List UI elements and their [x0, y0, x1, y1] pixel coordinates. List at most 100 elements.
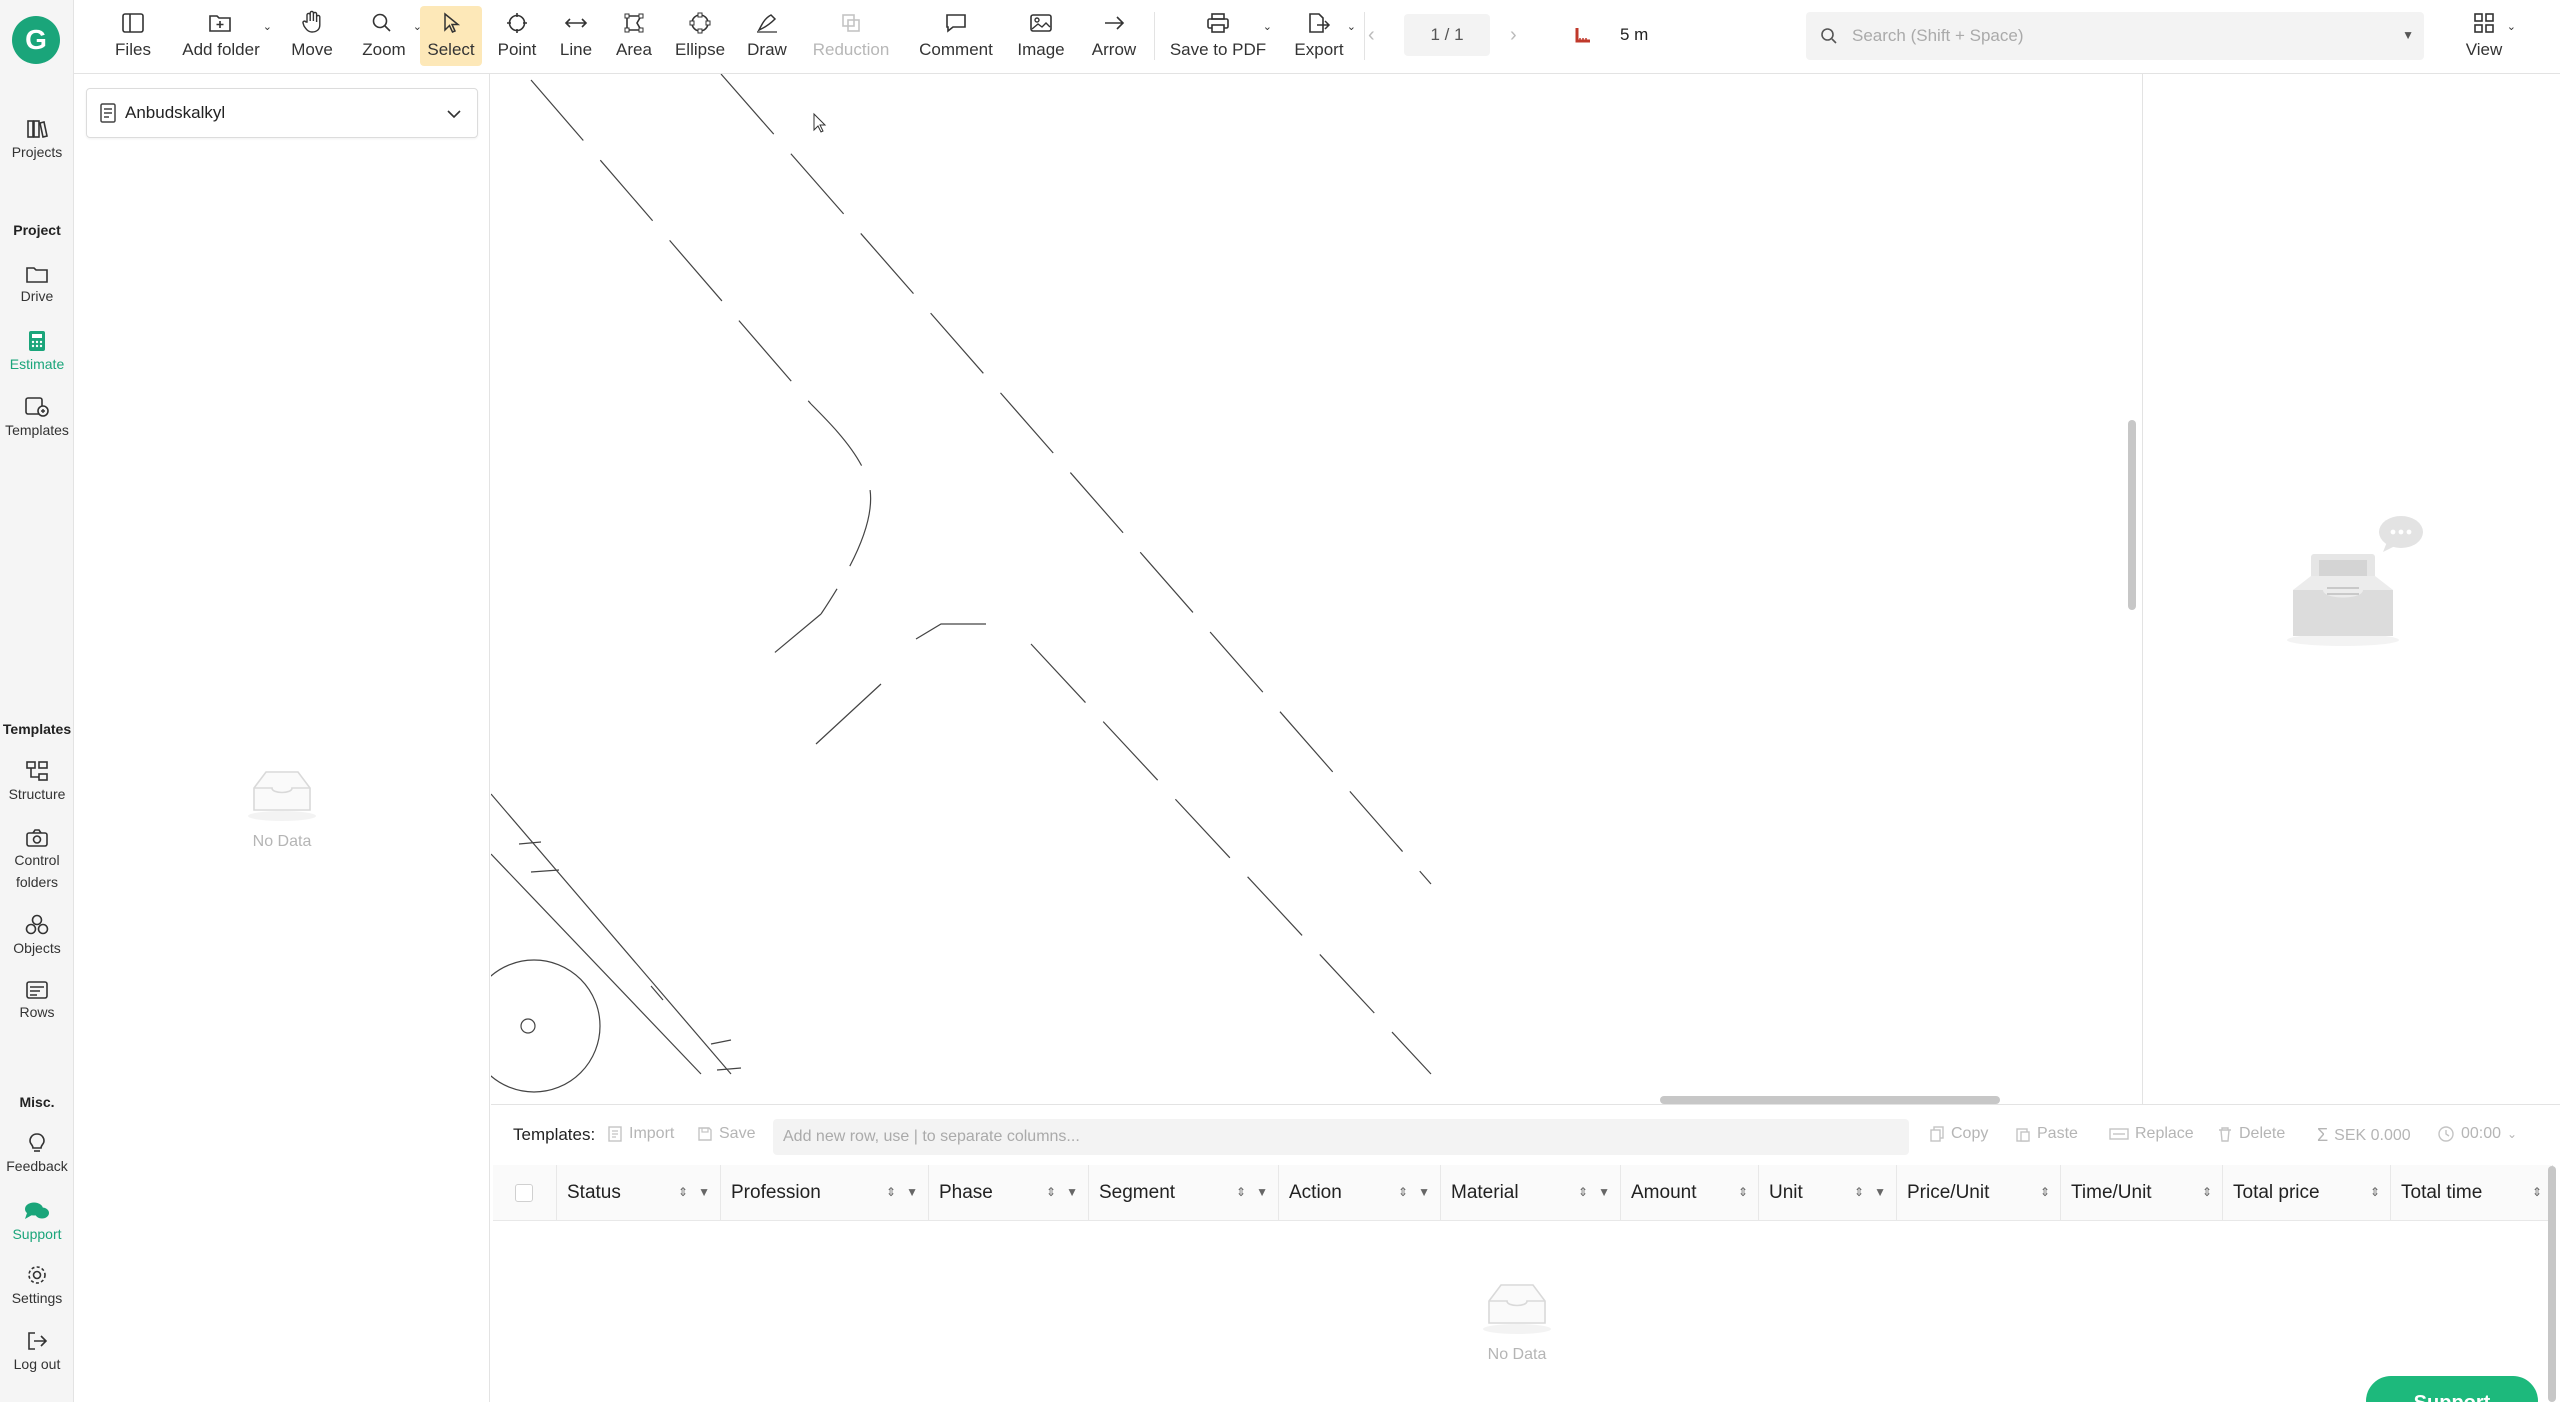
column-status[interactable]: Status ⇕ ▼	[557, 1165, 721, 1221]
support-chat-button[interactable]: Support	[2366, 1376, 2538, 1402]
scale-ruler-icon[interactable]	[1574, 26, 1592, 44]
filter-icon[interactable]: ▼	[906, 1185, 918, 1199]
canvas-horizontal-scrollbar[interactable]	[1660, 1096, 2000, 1104]
rail-support[interactable]: Support	[0, 1200, 74, 1242]
rail-logout[interactable]: Log out	[0, 1330, 74, 1372]
point-button[interactable]: Point	[492, 6, 542, 66]
drawing-canvas[interactable]	[491, 74, 2131, 1104]
view-button[interactable]: ⌄ View	[2454, 6, 2516, 66]
zoom-button[interactable]: ⌄ Zoom	[348, 6, 422, 66]
image-button[interactable]: Image	[1012, 6, 1070, 66]
rail-settings[interactable]: Settings	[0, 1264, 74, 1306]
rail-structure[interactable]: Structure	[0, 760, 74, 802]
toolbar: Files ⌄ Add folder Move ⌄ Zoom Select Po…	[74, 0, 2560, 74]
column-total-price[interactable]: Total price ⇕	[2223, 1165, 2391, 1221]
app-logo[interactable]: G	[12, 16, 60, 64]
search-dropdown-icon[interactable]: ▼	[2402, 28, 2414, 42]
column-segment[interactable]: Segment ⇕ ▼	[1089, 1165, 1279, 1221]
filter-icon[interactable]: ▼	[1256, 1185, 1268, 1199]
column-action[interactable]: Action ⇕ ▼	[1279, 1165, 1441, 1221]
empty-inbox-icon	[1483, 1284, 1551, 1334]
move-button[interactable]: Move	[280, 6, 344, 66]
column-time-unit-label: Time/Unit	[2071, 1182, 2152, 1203]
save-pdf-button[interactable]: ⌄ Save to PDF	[1166, 6, 1272, 66]
nav-rail: G Projects Project Drive Estimate Templa…	[0, 0, 74, 1402]
search-input[interactable]	[1852, 26, 2372, 46]
column-material[interactable]: Material ⇕ ▼	[1441, 1165, 1621, 1221]
rail-feedback[interactable]: Feedback	[0, 1132, 74, 1174]
rail-rows[interactable]: Rows	[0, 980, 74, 1020]
column-time-unit[interactable]: Time/Unit ⇕	[2061, 1165, 2223, 1221]
sort-icon[interactable]: ⇕	[2370, 1185, 2380, 1199]
canvas-vertical-scrollbar[interactable]	[2128, 420, 2136, 610]
paste-icon	[2016, 1128, 2030, 1142]
copy-label: Copy	[1951, 1125, 1989, 1142]
files-button[interactable]: Files	[98, 6, 168, 66]
area-button[interactable]: Area	[610, 6, 658, 66]
rail-control-folders[interactable]: Control folders	[0, 828, 74, 890]
table-vertical-scrollbar[interactable]	[2548, 1166, 2556, 1402]
sigma-icon: Σ	[2317, 1125, 2329, 1145]
sort-icon[interactable]: ⇕	[2202, 1185, 2212, 1199]
column-amount[interactable]: Amount ⇕	[1621, 1165, 1759, 1221]
select-button[interactable]: Select	[420, 6, 482, 66]
copy-button[interactable]: Copy	[1929, 1125, 1988, 1143]
export-button[interactable]: ⌄ Export	[1284, 6, 1356, 66]
chevron-down-icon	[447, 110, 461, 119]
column-total-time[interactable]: Total time ⇕	[2391, 1165, 2553, 1221]
reduction-button[interactable]: Reduction	[808, 6, 894, 66]
rail-estimate[interactable]: Estimate	[0, 330, 74, 372]
ellipse-button[interactable]: Ellipse	[668, 6, 732, 66]
draw-button[interactable]: Draw	[742, 6, 792, 66]
filter-icon[interactable]: ▼	[1598, 1185, 1610, 1199]
sort-icon[interactable]: ⇕	[2532, 1185, 2542, 1199]
sort-icon[interactable]: ⇕	[1738, 1185, 1748, 1199]
delete-button[interactable]: Delete	[2217, 1125, 2285, 1143]
line-button[interactable]: Line	[552, 6, 600, 66]
comment-button[interactable]: Comment	[916, 6, 996, 66]
paste-button[interactable]: Paste	[2015, 1125, 2078, 1143]
templates-bar: Templates: Import Save Copy Paste	[491, 1105, 2560, 1165]
filter-icon[interactable]: ▼	[698, 1185, 710, 1199]
rail-projects[interactable]: Projects	[0, 118, 74, 160]
search-box[interactable]: ▼	[1806, 12, 2424, 60]
add-folder-button[interactable]: ⌄ Add folder	[172, 6, 272, 66]
rail-templates[interactable]: Templates	[0, 396, 74, 438]
rail-rows-label: Rows	[19, 1004, 55, 1020]
column-price-unit[interactable]: Price/Unit ⇕	[1897, 1165, 2061, 1221]
column-profession[interactable]: Profession ⇕ ▼	[721, 1165, 929, 1221]
copy-icon	[1930, 1126, 1944, 1142]
sort-icon[interactable]: ⇕	[678, 1185, 688, 1199]
column-phase[interactable]: Phase ⇕ ▼	[929, 1165, 1089, 1221]
replace-button[interactable]: Replace	[2109, 1125, 2194, 1143]
sort-icon[interactable]: ⇕	[2040, 1185, 2050, 1199]
arrow-button[interactable]: Arrow	[1086, 6, 1142, 66]
filter-icon[interactable]: ▼	[1418, 1185, 1430, 1199]
new-row-input[interactable]	[773, 1119, 1909, 1155]
save-template-button[interactable]: Save	[697, 1125, 755, 1143]
sort-icon[interactable]: ⇕	[1578, 1185, 1588, 1199]
estimate-select[interactable]: Anbudskalkyl	[86, 88, 478, 138]
reduction-label: Reduction	[812, 40, 890, 59]
time-total[interactable]: 00:00 ⌄	[2437, 1125, 2517, 1143]
save-pdf-label: Save to PDF	[1169, 40, 1267, 59]
sort-icon[interactable]: ⇕	[1854, 1185, 1864, 1199]
rail-drive[interactable]: Drive	[0, 264, 74, 304]
rail-objects[interactable]: Objects	[0, 914, 74, 956]
page-indicator[interactable]: 1 / 1	[1404, 14, 1490, 56]
filter-icon[interactable]: ▼	[1066, 1185, 1078, 1199]
column-phase-label: Phase	[939, 1182, 993, 1203]
sort-icon[interactable]: ⇕	[1398, 1185, 1408, 1199]
import-button[interactable]: Import	[607, 1125, 674, 1143]
prev-page-icon[interactable]: ‹	[1368, 24, 1375, 47]
sort-icon[interactable]: ⇕	[1236, 1185, 1246, 1199]
new-row-field[interactable]	[773, 1119, 1909, 1155]
filter-icon[interactable]: ▼	[1874, 1185, 1886, 1199]
scale-value[interactable]: 5 m	[1620, 25, 1648, 45]
sort-icon[interactable]: ⇕	[1046, 1185, 1056, 1199]
column-unit[interactable]: Unit ⇕ ▼	[1759, 1165, 1897, 1221]
next-page-icon[interactable]: ›	[1510, 24, 1517, 47]
sort-icon[interactable]: ⇕	[886, 1185, 896, 1199]
printer-icon	[1207, 13, 1229, 33]
select-all-checkbox[interactable]	[515, 1184, 533, 1202]
